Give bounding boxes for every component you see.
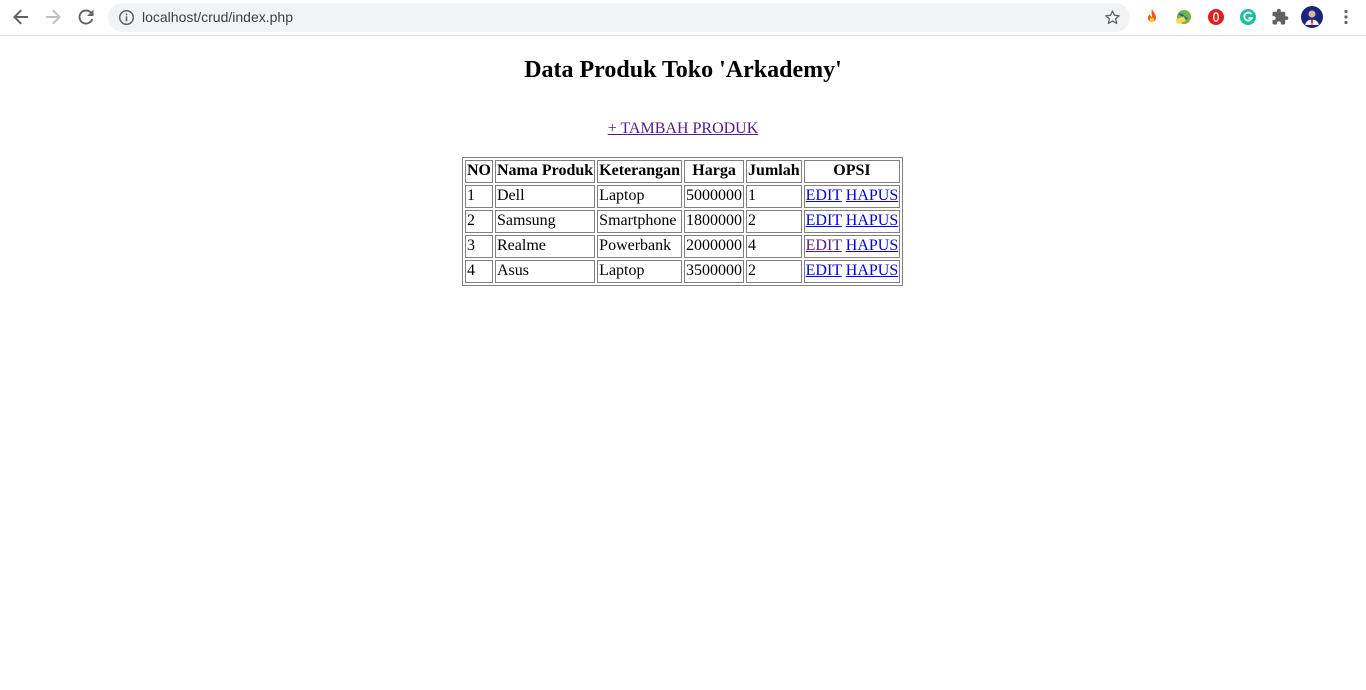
cell-no: 3 xyxy=(465,235,493,258)
edit-link[interactable]: EDIT xyxy=(806,262,842,279)
fire-extension-icon xyxy=(1148,9,1156,23)
reload-icon xyxy=(78,9,94,25)
extensions-button[interactable] xyxy=(1270,7,1290,27)
grammarly-extension-icon xyxy=(1240,9,1256,25)
cell-jumlah: 4 xyxy=(746,235,802,258)
cell-no: 4 xyxy=(465,260,493,283)
cell-keterangan: Smartphone xyxy=(597,210,683,233)
add-product-link[interactable]: + TAMBAH PRODUK xyxy=(608,120,759,137)
globe-extension-button[interactable] xyxy=(1174,7,1194,27)
cell-keterangan: Laptop xyxy=(597,260,683,283)
header-no: NO xyxy=(465,160,493,183)
cell-harga: 1800000 xyxy=(684,210,745,233)
page-title: Data Produk Toko 'Arkademy' xyxy=(524,57,842,83)
cell-jumlah: 2 xyxy=(746,210,802,233)
reload-button[interactable] xyxy=(73,4,99,30)
fire-extension-button[interactable] xyxy=(1142,7,1162,27)
cell-nama-produk: Samsung xyxy=(495,210,596,233)
table-row: 4 Asus Laptop 3500000 2 EDIT HAPUS xyxy=(465,260,901,283)
star-icon[interactable] xyxy=(1104,9,1121,26)
cell-harga: 3500000 xyxy=(684,260,745,283)
cell-harga: 2000000 xyxy=(684,235,745,258)
browser-toolbar: localhost/crud/index.php xyxy=(0,0,1366,36)
puzzle-extensions-icon xyxy=(1272,8,1289,25)
table-row: 2 Samsung Smartphone 1800000 2 EDIT HAPU… xyxy=(465,210,901,233)
cell-no: 1 xyxy=(465,185,493,208)
info-icon[interactable] xyxy=(118,9,135,26)
cell-jumlah: 1 xyxy=(746,185,802,208)
globe-extension-icon xyxy=(1175,10,1191,25)
table-header-row: NO Nama Produk Keterangan Harga Jumlah O… xyxy=(465,160,901,183)
chrome-menu-button[interactable] xyxy=(1336,7,1356,27)
table-row: 1 Dell Laptop 5000000 1 EDIT HAPUS xyxy=(465,185,901,208)
profile-button[interactable] xyxy=(1301,6,1323,28)
cell-harga: 5000000 xyxy=(684,185,745,208)
cell-jumlah: 2 xyxy=(746,260,802,283)
header-opsi: OPSI xyxy=(803,160,901,183)
edit-link[interactable]: EDIT xyxy=(806,187,842,204)
header-keterangan: Keterangan xyxy=(597,160,683,183)
forward-button[interactable] xyxy=(40,4,66,30)
url-text[interactable]: localhost/crud/index.php xyxy=(142,3,293,32)
cell-opsi: EDIT HAPUS xyxy=(803,235,901,258)
address-bar[interactable]: localhost/crud/index.php xyxy=(108,3,1130,32)
hapus-link[interactable]: HAPUS xyxy=(846,187,898,204)
cell-keterangan: Powerbank xyxy=(597,235,683,258)
table-row: 3 Realme Powerbank 2000000 4 EDIT HAPUS xyxy=(465,235,901,258)
cell-opsi: EDIT HAPUS xyxy=(803,210,901,233)
kebab-menu-icon xyxy=(1344,9,1348,25)
hapus-link[interactable]: HAPUS xyxy=(846,262,898,279)
back-arrow-icon xyxy=(13,9,28,25)
forward-arrow-icon xyxy=(46,9,61,25)
header-jumlah: Jumlah xyxy=(746,160,802,183)
product-table: NO Nama Produk Keterangan Harga Jumlah O… xyxy=(462,157,904,286)
hapus-link[interactable]: HAPUS xyxy=(846,237,898,254)
edit-link[interactable]: EDIT xyxy=(806,237,842,254)
cell-nama-produk: Realme xyxy=(495,235,596,258)
edit-link[interactable]: EDIT xyxy=(806,212,842,229)
opera-extension-button[interactable] xyxy=(1206,7,1226,27)
opera-extension-icon xyxy=(1208,9,1224,25)
profile-avatar xyxy=(1301,6,1323,28)
cell-nama-produk: Dell xyxy=(495,185,596,208)
cell-no: 2 xyxy=(465,210,493,233)
cell-nama-produk: Asus xyxy=(495,260,596,283)
grammarly-extension-button[interactable] xyxy=(1238,7,1258,27)
header-nama-produk: Nama Produk xyxy=(495,160,596,183)
add-product-container: + TAMBAH PRODUK xyxy=(0,120,1366,138)
hapus-link[interactable]: HAPUS xyxy=(846,212,898,229)
cell-opsi: EDIT HAPUS xyxy=(803,185,901,208)
header-harga: Harga xyxy=(684,160,745,183)
cell-keterangan: Laptop xyxy=(597,185,683,208)
page-content: Data Produk Toko 'Arkademy' + TAMBAH PRO… xyxy=(0,36,1366,690)
cell-opsi: EDIT HAPUS xyxy=(803,260,901,283)
back-button[interactable] xyxy=(8,4,34,30)
